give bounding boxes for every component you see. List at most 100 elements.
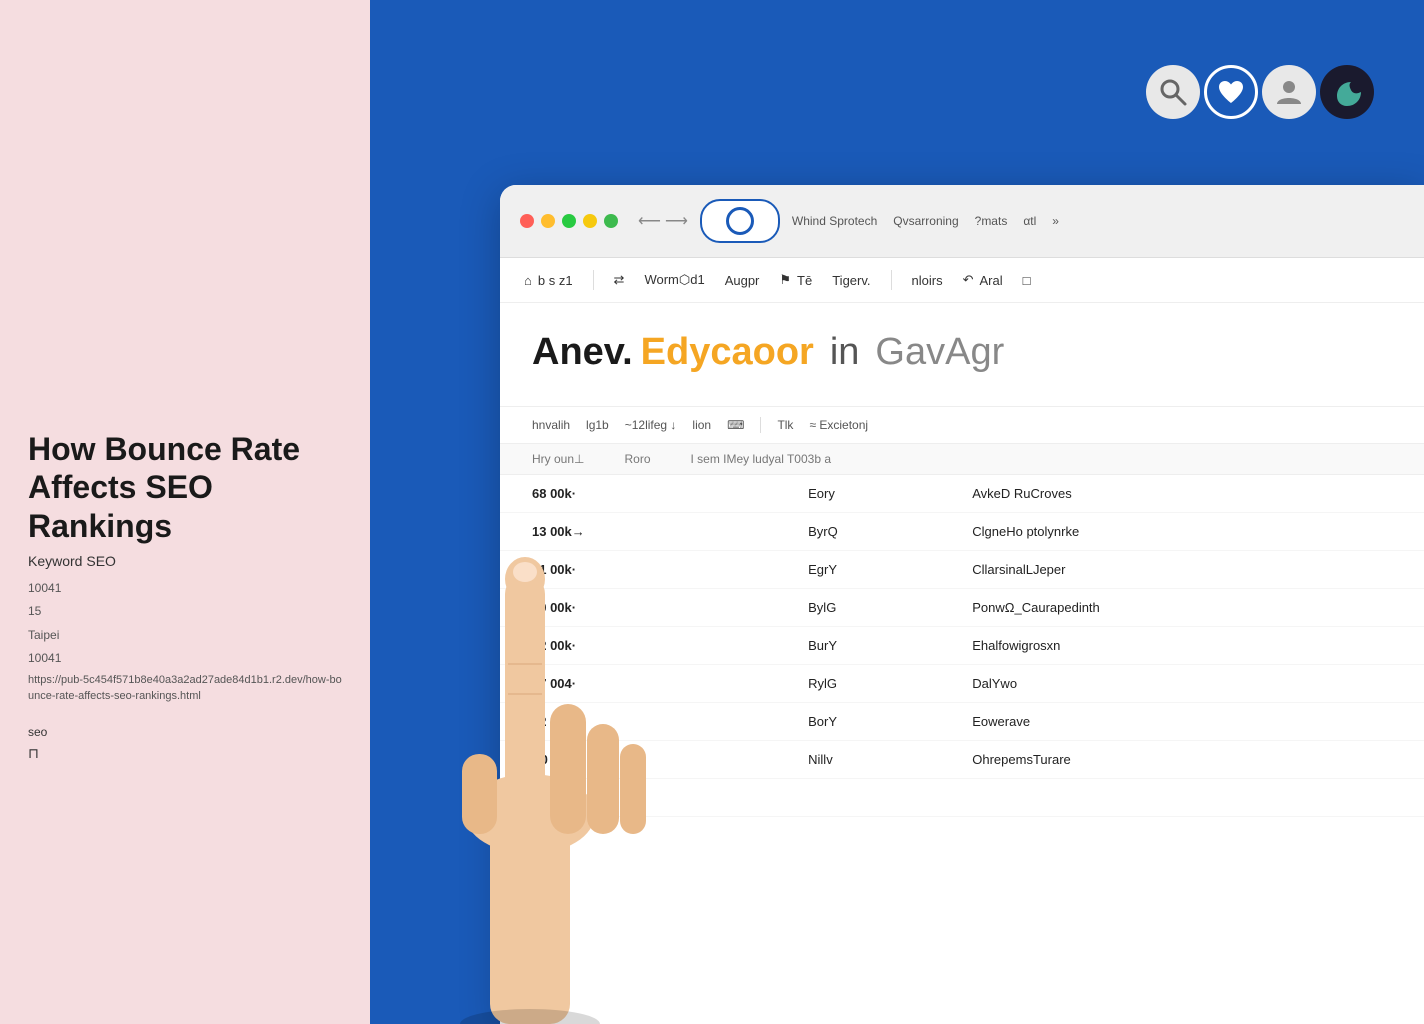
sub-columns-row: Hry oun⊥ Roro I sem IMey ludyal T003b a — [500, 444, 1424, 475]
page-title-main: Anev. — [532, 331, 633, 374]
hnvalih-label: hnvalih — [532, 418, 570, 432]
table-row: 17 004· RylG DalYwo — [500, 665, 1424, 703]
col3-cell: AvkeD RuCroves — [960, 475, 1424, 513]
col2-cell: Nillv — [796, 741, 960, 779]
lgtb-label: lg1b — [586, 418, 609, 432]
meta-line3: Taipei — [28, 626, 342, 645]
keyboard-icon: ⌨ — [727, 418, 744, 432]
article-tag: seo — [28, 725, 342, 739]
maximize-button[interactable] — [562, 214, 576, 228]
meta-line1: 10041 — [28, 579, 342, 598]
subtoolbar-excietonj[interactable]: ≈ Excietonj — [809, 418, 868, 432]
icon-circle-2 — [1204, 65, 1258, 119]
toolbar-worm[interactable]: Worm⬡d1 — [644, 272, 704, 288]
sub-col-1: Hry oun⊥ — [532, 452, 584, 466]
col3-cell: Ehalfowigrosxn — [960, 627, 1424, 665]
page-header: Anev. Edycaoor in GavAgr — [500, 303, 1424, 407]
table-row: 81 00k· EgrY CllarsinalLJeper — [500, 551, 1424, 589]
col3-cell: Eowerave — [960, 703, 1424, 741]
volume-cell: 13 00k→ — [500, 513, 796, 551]
browser-chrome: ⟵ ⟶ Whind Sprotech Qvsarroning ?mats αtl… — [500, 185, 1424, 258]
toolbar-share[interactable]: ⇄ — [614, 272, 625, 288]
toolbar-aral-label: Aral — [980, 273, 1003, 288]
bookmark-2[interactable]: Qvsarroning — [893, 214, 958, 228]
table-row: 80 00k· BylG PonwΩ_Caurapedinth — [500, 589, 1424, 627]
subtoolbar-keyboard[interactable]: ⌨ — [727, 418, 744, 432]
excietonj-label: ≈ Excietonj — [809, 418, 868, 432]
col2-cell — [796, 779, 960, 817]
article-title: How Bounce Rate Affects SEO Rankings — [28, 430, 342, 545]
divider-2 — [891, 270, 892, 290]
col3-cell: ClgneHo ptolynrke — [960, 513, 1424, 551]
table-row: 32 00k· BorY Eowerave — [500, 703, 1424, 741]
left-sidebar: How Bounce Rate Affects SEO Rankings Key… — [0, 0, 370, 1024]
data-table: 68 00k· Eory AvkeD RuCroves 13 00k→ ByrQ… — [500, 475, 1424, 817]
toolbar-nloirs-label: nloirs — [912, 273, 943, 288]
extra-button2[interactable] — [604, 214, 618, 228]
divider-1 — [593, 270, 594, 290]
traffic-lights — [520, 214, 618, 228]
meta-line4: 10041 — [28, 649, 342, 668]
table-row: 68 00k· Eory AvkeD RuCroves — [500, 475, 1424, 513]
subtoolbar-hnvalih[interactable]: hnvalih — [532, 418, 570, 432]
tag-icon: ⊓ — [28, 745, 342, 762]
bookmark-1[interactable]: Whind Sprotech — [792, 214, 877, 228]
page-title-in: in — [830, 331, 860, 374]
icon-circle-3 — [1262, 65, 1316, 119]
bookmark-4[interactable]: αtl — [1023, 214, 1036, 228]
toolbar-te-label: Tē — [797, 273, 812, 288]
sub-toolbar: hnvalih lg1b ~12lifeg ↓ lion ⌨ Tlk ≈ Exc… — [500, 407, 1424, 444]
toolbar-more[interactable]: □ — [1023, 273, 1031, 288]
volume-cell: 17 004· — [500, 665, 796, 703]
col2-cell: BurY — [796, 627, 960, 665]
col3-cell: DalYwo — [960, 665, 1424, 703]
col3-cell — [960, 779, 1424, 817]
moon-icon — [1331, 76, 1363, 108]
toolbar-home-label: b s z1 — [538, 273, 573, 288]
search-icon — [1157, 76, 1189, 108]
subtoolbar-lgtb[interactable]: lg1b — [586, 418, 609, 432]
subtoolbar-lion[interactable]: lion — [692, 418, 711, 432]
bookmarks-bar: Whind Sprotech Qvsarroning ?mats αtl » — [792, 214, 1404, 228]
close-button[interactable] — [520, 214, 534, 228]
extra-button[interactable] — [583, 214, 597, 228]
lion-label: lion — [692, 418, 711, 432]
bookmark-3[interactable]: ?mats — [975, 214, 1008, 228]
toolbar-nloirs[interactable]: nloirs — [912, 273, 943, 288]
back-arrow[interactable]: ⟵ — [638, 211, 661, 231]
subtoolbar-tlk[interactable]: Tlk — [777, 418, 793, 432]
toolbar-tiger[interactable]: Tigerv. — [832, 273, 870, 288]
right-area: ⟵ ⟶ Whind Sprotech Qvsarroning ?mats αtl… — [370, 0, 1424, 1024]
volume-cell: 81 00k· — [500, 551, 796, 589]
volume-cell: 80 00k· — [500, 589, 796, 627]
sub-divider — [760, 417, 761, 433]
heart-icon — [1215, 76, 1247, 108]
volume-cell: 8E 00k· — [500, 779, 796, 817]
nav-arrows: ⟵ ⟶ — [638, 211, 688, 231]
icon-circle-4 — [1320, 65, 1374, 119]
subtoolbar-12lifeg[interactable]: ~12lifeg ↓ — [625, 418, 677, 432]
col3-cell: OhrepemsTurare — [960, 741, 1424, 779]
address-circle — [726, 207, 754, 235]
12lifeg-label: ~12lifeg ↓ — [625, 418, 677, 432]
table-row: 13 00k→ ByrQ ClgneHo ptolynrke — [500, 513, 1424, 551]
minimize-button[interactable] — [541, 214, 555, 228]
icon-circle-1 — [1146, 65, 1200, 119]
tlk-label: Tlk — [777, 418, 793, 432]
toolbar-home[interactable]: ⌂ b s z1 — [524, 273, 573, 288]
browser-window: ⟵ ⟶ Whind Sprotech Qvsarroning ?mats αtl… — [500, 185, 1424, 1024]
toolbar-te[interactable]: ⚑ Tē — [779, 272, 812, 288]
toolbar-aral[interactable]: ↶ Aral — [963, 272, 1003, 288]
arrow-icon: ↶ — [963, 272, 974, 288]
toolbar-augpr[interactable]: Augpr — [725, 273, 760, 288]
share-icon: ⇄ — [614, 272, 625, 288]
forward-arrow[interactable]: ⟶ — [665, 211, 688, 231]
col2-cell: BorY — [796, 703, 960, 741]
address-bar[interactable] — [700, 199, 780, 243]
home-icon: ⌂ — [524, 273, 532, 288]
page-title-sub: GavAgr — [875, 331, 1004, 374]
volume-cell: 62 00k· — [500, 627, 796, 665]
col2-cell: BylG — [796, 589, 960, 627]
bookmark-more[interactable]: » — [1052, 214, 1059, 228]
col3-cell: CllarsinalLJeper — [960, 551, 1424, 589]
